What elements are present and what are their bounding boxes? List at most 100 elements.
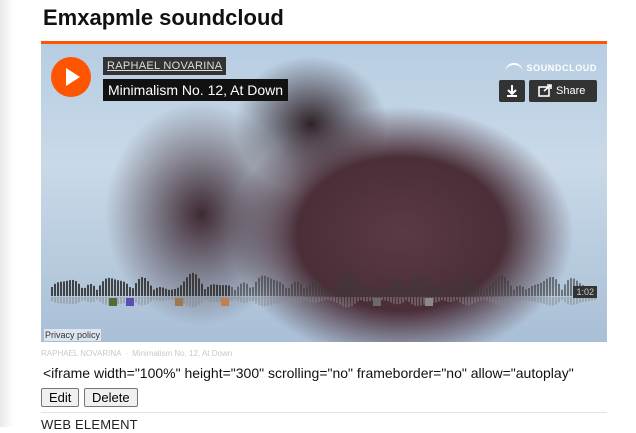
waveform-reflection (135, 297, 137, 303)
waveform-reflection (393, 297, 395, 304)
waveform-reflection (66, 297, 68, 304)
waveform-reflection (210, 297, 212, 303)
waveform-reflection (231, 297, 233, 302)
play-icon[interactable] (51, 57, 91, 97)
waveform-bar (432, 282, 434, 296)
waveform-bar (108, 277, 110, 296)
waveform-bar (450, 284, 452, 296)
waveform-bar (252, 287, 254, 296)
comment-avatar[interactable] (175, 298, 183, 306)
waveform-reflection (366, 297, 368, 302)
caption-track-link[interactable]: Minimalism No. 12, At Down (132, 349, 232, 358)
soundcloud-player[interactable]: RAPHAEL NOVARINA Minimalism No. 12, At D… (41, 44, 607, 342)
caption-artist-link[interactable]: RAPHAEL NOVARINA (41, 349, 121, 358)
download-button[interactable] (499, 80, 525, 102)
comment-avatar[interactable] (373, 298, 381, 306)
waveform-bar (270, 278, 272, 296)
waveform-reflection (141, 297, 143, 306)
waveform-bar (273, 279, 275, 296)
waveform-bar (285, 287, 287, 296)
waveform-bar (381, 289, 383, 296)
waveform-reflection (285, 297, 287, 301)
waveform-reflection (363, 297, 365, 302)
comment-avatar[interactable] (221, 298, 229, 306)
waveform-bar (105, 278, 107, 296)
waveform-reflection (237, 297, 239, 302)
waveform-bar (408, 285, 410, 296)
waveform-reflection (87, 297, 89, 303)
waveform-bar (72, 279, 74, 296)
privacy-policy-link[interactable]: Privacy policy (44, 329, 102, 341)
waveform-reflection (282, 297, 284, 303)
delete-button[interactable]: Delete (84, 388, 138, 407)
waveform-reflection (498, 297, 500, 306)
waveform-reflection (408, 297, 410, 302)
waveform-bar (480, 288, 482, 296)
waveform-bar (498, 276, 500, 296)
waveform-bar (168, 289, 170, 296)
waveform-bar (255, 281, 257, 296)
waveform-bar (282, 284, 284, 296)
waveform-reflection (519, 297, 521, 302)
waveform-bar (525, 289, 527, 296)
waveform-bar (528, 287, 530, 296)
waveform-reflection (189, 297, 191, 307)
waveform-bar (135, 283, 137, 296)
waveform-bar (315, 282, 317, 296)
waveform-reflection (78, 297, 80, 303)
waveform-bar (213, 284, 215, 296)
soundcloud-logo[interactable]: SOUNDCLOUD (504, 62, 598, 74)
embed-code-text: <iframe width="100%" height="300" scroll… (43, 365, 574, 381)
waveform-reflection (468, 297, 470, 306)
waveform-reflection (147, 297, 149, 304)
artist-link[interactable]: RAPHAEL NOVARINA (103, 57, 227, 75)
waveform-bar (294, 281, 296, 296)
waveform-reflection (345, 297, 347, 308)
waveform-bar (123, 281, 125, 296)
waveform-reflection (552, 297, 554, 306)
waveform-bar (81, 287, 83, 296)
waveform-bar (336, 282, 338, 296)
waveform-reflection (303, 297, 305, 301)
waveform-reflection (258, 297, 260, 306)
waveform-bar (150, 285, 152, 296)
waveform-reflection (267, 297, 269, 306)
waveform-bar (330, 288, 332, 296)
waveform-reflection (399, 297, 401, 305)
waveform-reflection (405, 297, 407, 301)
waveform-reflection (306, 297, 308, 301)
share-button[interactable]: Share (529, 80, 597, 102)
waveform-reflection (96, 297, 98, 300)
comment-avatar[interactable] (109, 298, 117, 306)
waveform-bar (225, 285, 227, 296)
waveform-reflection (120, 297, 122, 304)
waveform-reflection (291, 297, 293, 303)
edit-button[interactable]: Edit (41, 388, 80, 407)
waveform-reflection (567, 297, 569, 305)
waveform-reflection (249, 297, 251, 301)
waveform-bar (78, 283, 80, 296)
waveform-bar (129, 287, 131, 296)
waveform-bar (567, 280, 569, 296)
waveform-bar (531, 286, 533, 296)
waveform-reflection (327, 297, 329, 300)
waveform-reflection (417, 297, 419, 307)
waveform-bar (516, 286, 518, 296)
waveform-reflection (354, 297, 356, 304)
waveform-bar (84, 287, 86, 296)
waveform-bar (69, 280, 71, 296)
waveform[interactable]: 1:02 (51, 270, 597, 308)
waveform-reflection (150, 297, 152, 302)
comment-avatar[interactable] (126, 298, 134, 306)
track-title-link[interactable]: Minimalism No. 12, At Down (103, 79, 289, 101)
waveform-reflection (420, 297, 422, 306)
comment-avatar[interactable] (425, 298, 433, 306)
waveform-bar (513, 289, 515, 296)
waveform-reflection (492, 297, 494, 304)
section-heading: WEB ELEMENT (41, 417, 138, 432)
waveform-reflection (438, 297, 440, 302)
waveform-reflection (510, 297, 512, 302)
waveform-reflection (540, 297, 542, 303)
waveform-reflection (471, 297, 473, 305)
waveform-reflection (348, 297, 350, 308)
